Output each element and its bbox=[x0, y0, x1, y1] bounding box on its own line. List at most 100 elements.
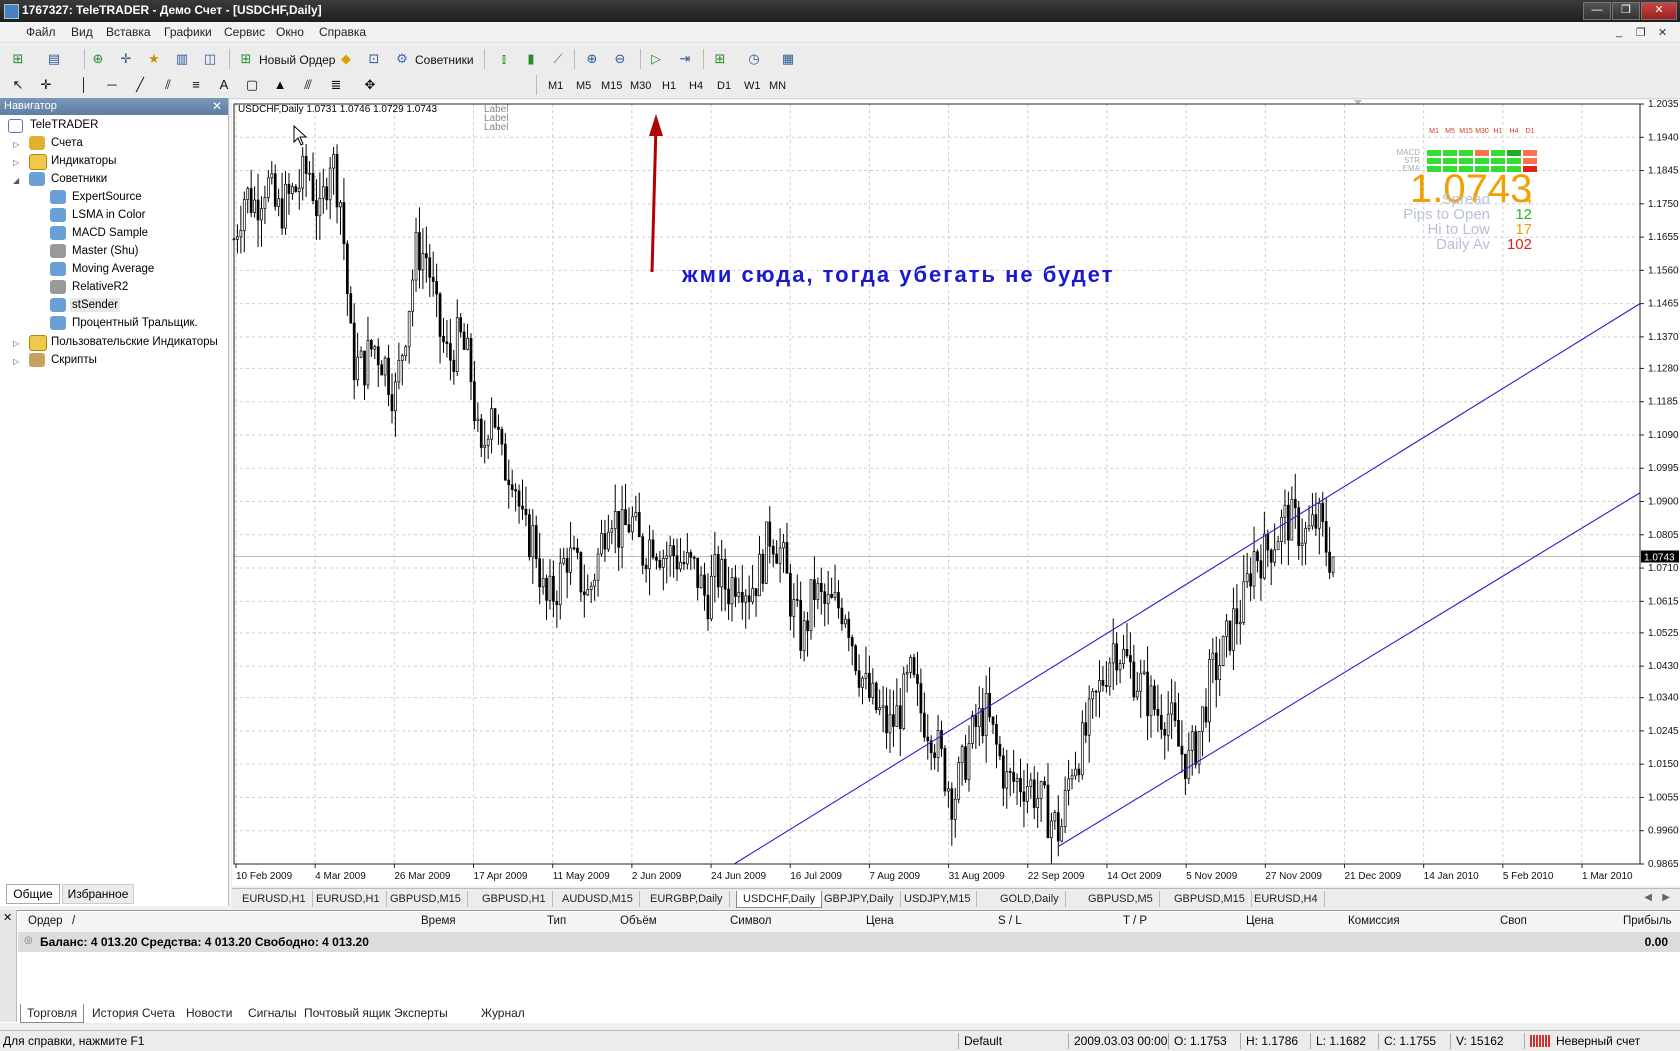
tree-item-accounts[interactable]: Счета bbox=[51, 137, 83, 149]
tree-item-macd-sample[interactable]: MACD Sample bbox=[72, 227, 148, 239]
chart-window[interactable]: 1.2035 1.1940 1.1845 1.1750 1.1655 1.1560 1.14… bbox=[232, 100, 1680, 886]
terminal-tab[interactable]: Эксперты bbox=[388, 1004, 454, 1022]
timeframe-mn[interactable]: MN bbox=[769, 80, 786, 92]
close-button[interactable]: ✕ bbox=[1641, 2, 1677, 20]
mdi-close-icon[interactable]: ✕ bbox=[1658, 26, 1667, 39]
text-icon[interactable]: A bbox=[214, 75, 234, 95]
cursor-icon[interactable]: ↖ bbox=[8, 75, 28, 95]
balance-row[interactable]: ◎ Баланс: 4 013.20 Средства: 4 013.20 Св… bbox=[18, 932, 1680, 952]
col-type[interactable]: Тип bbox=[547, 915, 566, 927]
col-symbol[interactable]: Символ bbox=[730, 915, 771, 927]
chart-tab[interactable]: USDJPY,M15 bbox=[898, 891, 978, 907]
horizontal-line-icon[interactable]: ─ bbox=[102, 75, 122, 95]
chart-tab[interactable]: EURGBP,Daily bbox=[644, 891, 730, 907]
tree-item-expertsource[interactable]: ExpertSource bbox=[72, 191, 142, 203]
terminal-tab[interactable]: Новости bbox=[180, 1004, 238, 1022]
tree-item-experts[interactable]: Советники bbox=[51, 173, 107, 185]
chart-tab[interactable]: USDCHF,Daily bbox=[736, 891, 823, 908]
expand-icon[interactable]: ▷ bbox=[13, 339, 19, 348]
col-sl[interactable]: S / L bbox=[998, 915, 1022, 927]
timeframe-m1[interactable]: M1 bbox=[548, 80, 563, 92]
templates-icon[interactable]: ▦ bbox=[778, 49, 798, 69]
col-price[interactable]: Цена bbox=[866, 915, 894, 927]
experts-button[interactable]: Советники bbox=[415, 53, 474, 67]
nav-tab-common[interactable]: Общие bbox=[6, 884, 60, 904]
menu-insert[interactable]: Вставка bbox=[106, 25, 151, 39]
tabs-scroll-left-icon[interactable]: ◀ bbox=[1644, 892, 1652, 903]
col-commission[interactable]: Комиссия bbox=[1348, 915, 1400, 927]
menu-file[interactable]: Файл bbox=[26, 25, 56, 39]
col-order[interactable]: Ордер bbox=[28, 915, 63, 927]
chart-window-icon[interactable]: ⊡ bbox=[364, 49, 384, 69]
tabs-scroll-right-icon[interactable]: ▶ bbox=[1662, 892, 1670, 903]
timeframe-d1[interactable]: D1 bbox=[717, 80, 731, 92]
expand-icon[interactable]: ▷ bbox=[13, 357, 19, 366]
tree-root[interactable]: TeleTRADER bbox=[30, 119, 98, 131]
tree-item-lsma[interactable]: LSMA in Color bbox=[72, 209, 146, 221]
terminal-tab[interactable]: Журнал bbox=[475, 1004, 531, 1022]
chart-tab[interactable]: EURUSD,H1 bbox=[310, 891, 387, 907]
tree-item-stsender[interactable]: stSender bbox=[70, 298, 121, 312]
market-watch-icon[interactable]: ⊕ bbox=[88, 49, 108, 69]
auto-scroll-icon[interactable]: ▷ bbox=[646, 49, 666, 69]
terminal-tab[interactable]: История Счета bbox=[86, 1004, 181, 1022]
fibonacci-icon[interactable]: ≡ bbox=[186, 75, 206, 95]
indicators-icon[interactable]: ⊞ bbox=[710, 49, 730, 69]
chart-tab[interactable]: EURUSD,H4 bbox=[1248, 891, 1325, 907]
tree-item-indicators[interactable]: Индикаторы bbox=[51, 155, 116, 167]
menu-view[interactable]: Вид bbox=[71, 25, 93, 39]
collapse-icon[interactable]: ◢ bbox=[13, 176, 19, 185]
timeframe-h4[interactable]: H4 bbox=[689, 80, 703, 92]
new-chart-icon[interactable]: ⊞ bbox=[8, 49, 28, 69]
terminal-tab[interactable]: Почтовый ящик bbox=[298, 1004, 397, 1022]
menu-help[interactable]: Справка bbox=[319, 25, 366, 39]
data-window-icon[interactable]: ✛ bbox=[116, 49, 136, 69]
channel-icon[interactable]: ⫽ bbox=[158, 75, 178, 95]
line-chart-icon[interactable]: ⟋ bbox=[548, 49, 568, 69]
new-order-button[interactable]: Новый Ордер bbox=[259, 53, 335, 67]
arrow-shapes-icon[interactable]: ▲ bbox=[270, 75, 290, 95]
tree-item-scripts[interactable]: Скрипты bbox=[51, 354, 97, 366]
terminal-icon[interactable]: ▥ bbox=[172, 49, 192, 69]
mdi-minimize-icon[interactable]: _ bbox=[1616, 26, 1622, 38]
timeframe-h1[interactable]: H1 bbox=[662, 80, 676, 92]
tree-item-moving-average[interactable]: Moving Average bbox=[72, 263, 154, 275]
bar-chart-icon[interactable]: ⫾ bbox=[494, 49, 514, 69]
menu-window[interactable]: Окно bbox=[276, 25, 304, 39]
tree-item-master[interactable]: Master (Shu) bbox=[72, 245, 138, 257]
col-swap[interactable]: Своп bbox=[1500, 915, 1527, 927]
chart-tab[interactable]: GBPUSD,M15 bbox=[1168, 891, 1252, 907]
vertical-line-icon[interactable]: │ bbox=[74, 75, 94, 95]
trendline-icon[interactable]: ╱ bbox=[130, 75, 150, 95]
shapes-dropdown-icon[interactable]: ✥ bbox=[360, 75, 380, 95]
menu-charts[interactable]: Графики bbox=[164, 25, 212, 39]
strategy-tester-icon[interactable]: ◫ bbox=[200, 49, 220, 69]
terminal-close-icon[interactable]: ✕ bbox=[3, 911, 12, 924]
periods-clock-icon[interactable]: ◷ bbox=[744, 49, 764, 69]
chart-tab[interactable]: AUDUSD,M15 bbox=[556, 891, 640, 907]
chart-tab[interactable]: GBPUSD,H1 bbox=[476, 891, 553, 907]
text-label-icon[interactable]: ▢ bbox=[242, 75, 262, 95]
maximize-button[interactable]: ❐ bbox=[1612, 2, 1640, 20]
tree-item-custom-indicators[interactable]: Пользовательские Индикаторы bbox=[51, 336, 218, 348]
candlestick-icon[interactable]: ▮ bbox=[521, 49, 541, 69]
navigator-close-icon[interactable]: ✕ bbox=[212, 99, 222, 113]
timeframe-m30[interactable]: M30 bbox=[630, 80, 651, 92]
zoom-out-icon[interactable]: ⊖ bbox=[610, 49, 630, 69]
col-profit[interactable]: Прибыль bbox=[1623, 915, 1672, 927]
chart-shift-icon[interactable]: ⇥ bbox=[675, 49, 695, 69]
chart-tab[interactable]: GBPUSD,M5 bbox=[1082, 891, 1160, 907]
menu-tools[interactable]: Сервис bbox=[224, 25, 265, 39]
chart-tab[interactable]: GBPUSD,M15 bbox=[384, 891, 468, 907]
timeframe-w1[interactable]: W1 bbox=[744, 80, 761, 92]
navigator-icon[interactable]: ★ bbox=[144, 49, 164, 69]
zoom-in-icon[interactable]: ⊕ bbox=[582, 49, 602, 69]
timeframe-m15[interactable]: M15 bbox=[601, 80, 622, 92]
col-volume[interactable]: Объём bbox=[620, 915, 657, 927]
crosshair-icon[interactable]: ✛ bbox=[36, 75, 56, 95]
chart-tab[interactable]: GOLD,Daily bbox=[994, 891, 1066, 907]
minimize-button[interactable]: — bbox=[1583, 2, 1611, 20]
profiles-icon[interactable]: ▤ bbox=[44, 49, 64, 69]
nav-tab-favorites[interactable]: Избранное bbox=[62, 884, 134, 904]
chart-tab[interactable]: EURUSD,H1 bbox=[236, 891, 313, 907]
